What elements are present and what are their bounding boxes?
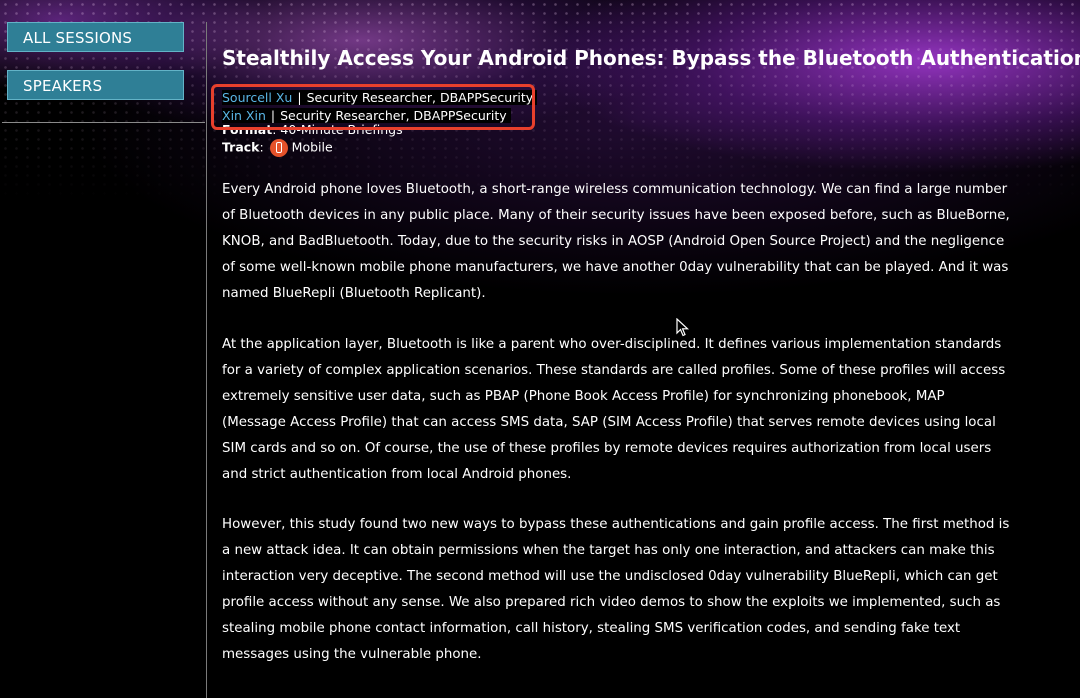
session-title: Stealthily Access Your Android Phones: B… (222, 46, 1080, 70)
sidebar-divider (2, 122, 205, 123)
track-value[interactable]: Mobile (292, 140, 333, 155)
session-description-paragraph: Every Android phone loves Bluetooth, a s… (222, 182, 1010, 301)
speakers-button[interactable]: SPEAKERS (7, 70, 184, 100)
session-track: Track: Mobile (222, 139, 333, 157)
all-sessions-button[interactable]: ALL SESSIONS (7, 22, 184, 52)
session-description-paragraph: At the application layer, Bluetooth is l… (222, 337, 1006, 482)
sidebar-border (206, 22, 207, 698)
speaker-highlight-box (211, 84, 535, 130)
sidebar: ALL SESSIONS SPEAKERS (0, 0, 206, 698)
session-description-paragraph: However, this study found two new ways t… (222, 517, 1010, 662)
mouse-cursor-icon (676, 318, 690, 337)
mobile-phone-icon (269, 139, 288, 157)
track-label: Track (222, 139, 260, 155)
